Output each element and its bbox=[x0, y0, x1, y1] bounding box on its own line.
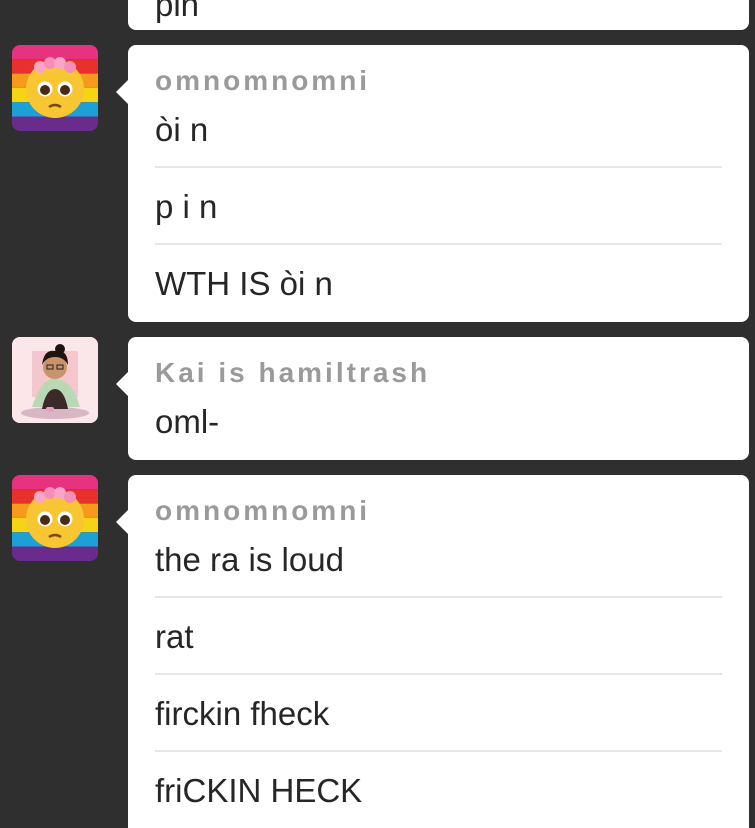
message-divider bbox=[155, 243, 722, 245]
message-text[interactable]: pin bbox=[155, 0, 722, 24]
message-divider bbox=[155, 166, 722, 168]
anime-character-icon bbox=[12, 337, 98, 423]
avatar[interactable] bbox=[12, 45, 98, 131]
chat-log: pin omnomnomni òi n p i n WTH IS òi n Ka… bbox=[0, 0, 755, 828]
pride-flag-pleading-face-icon bbox=[12, 45, 98, 131]
message-divider bbox=[155, 750, 722, 752]
message-text[interactable]: firckin fheck bbox=[155, 695, 722, 733]
username[interactable]: Kai is hamiltrash bbox=[155, 357, 430, 389]
message-bubble: omnomnomni the ra is loud rat firckin fh… bbox=[116, 475, 749, 828]
message-divider bbox=[155, 673, 722, 675]
pride-flag-pleading-face-icon bbox=[12, 475, 98, 561]
message-text[interactable]: the ra is loud bbox=[155, 541, 722, 579]
message-text[interactable]: oml- bbox=[155, 403, 722, 441]
message-text[interactable]: òi n bbox=[155, 111, 722, 149]
message-text[interactable]: WTH IS òi n bbox=[155, 265, 722, 303]
message-text[interactable]: friCKIN HECK bbox=[155, 772, 722, 810]
message-text[interactable]: rat bbox=[155, 618, 722, 656]
message-bubble: pin bbox=[128, 0, 749, 30]
message-bubble: Kai is hamiltrash oml- bbox=[116, 337, 749, 460]
message-text[interactable]: p i n bbox=[155, 188, 722, 226]
avatar[interactable] bbox=[12, 337, 98, 423]
username[interactable]: omnomnomni bbox=[155, 495, 370, 527]
username[interactable]: omnomnomni bbox=[155, 65, 370, 97]
message-bubble: omnomnomni òi n p i n WTH IS òi n bbox=[116, 45, 749, 322]
message-divider bbox=[155, 596, 722, 598]
avatar[interactable] bbox=[12, 475, 98, 561]
